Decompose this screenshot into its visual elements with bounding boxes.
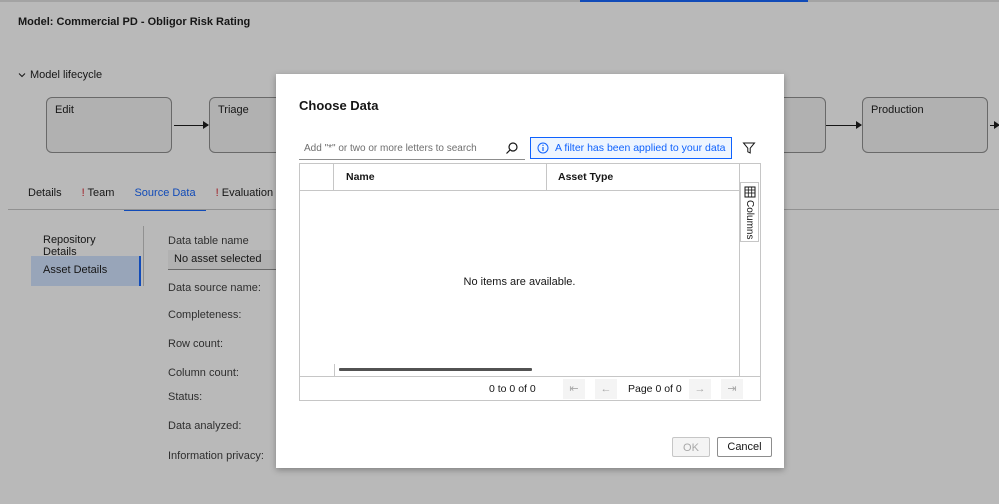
data-grid: Name Asset Type No items are available. … <box>299 163 761 401</box>
previous-page-button[interactable]: ← <box>595 379 617 399</box>
info-icon <box>537 142 549 154</box>
column-header-name[interactable]: Name <box>346 171 375 183</box>
filter-notification-text: A filter has been applied to your data <box>555 142 726 154</box>
grid-header: Name Asset Type <box>300 164 739 191</box>
columns-panel-label: Columns <box>744 200 755 240</box>
first-page-button[interactable]: ⇤ <box>563 379 585 399</box>
next-page-button[interactable]: → <box>689 379 711 399</box>
pagination-bar: 0 to 0 of 0 ⇤ ← Page 0 of 0 → ⇥ <box>300 376 760 402</box>
search-input[interactable] <box>299 138 509 159</box>
choose-data-dialog: Choose Data A filter has been applied to… <box>276 74 784 468</box>
filter-icon[interactable] <box>742 141 756 155</box>
column-divider <box>334 364 335 376</box>
column-divider[interactable] <box>546 164 547 190</box>
columns-icon <box>744 186 756 198</box>
empty-message: No items are available. <box>463 276 576 288</box>
dialog-title: Choose Data <box>299 98 379 113</box>
ok-button[interactable]: OK <box>672 437 710 457</box>
horizontal-scrollbar[interactable] <box>339 368 532 371</box>
last-page-button[interactable]: ⇥ <box>721 379 743 399</box>
select-column-header[interactable] <box>300 164 334 190</box>
columns-panel-tab[interactable]: Columns <box>740 182 759 242</box>
search-box <box>299 138 525 160</box>
page-indicator: Page 0 of 0 <box>628 383 682 395</box>
filter-notification: A filter has been applied to your data <box>530 137 732 159</box>
search-icon[interactable] <box>505 141 519 155</box>
row-count-summary: 0 to 0 of 0 <box>489 383 536 395</box>
column-header-asset-type[interactable]: Asset Type <box>558 171 613 183</box>
cancel-button[interactable]: Cancel <box>717 437 772 457</box>
